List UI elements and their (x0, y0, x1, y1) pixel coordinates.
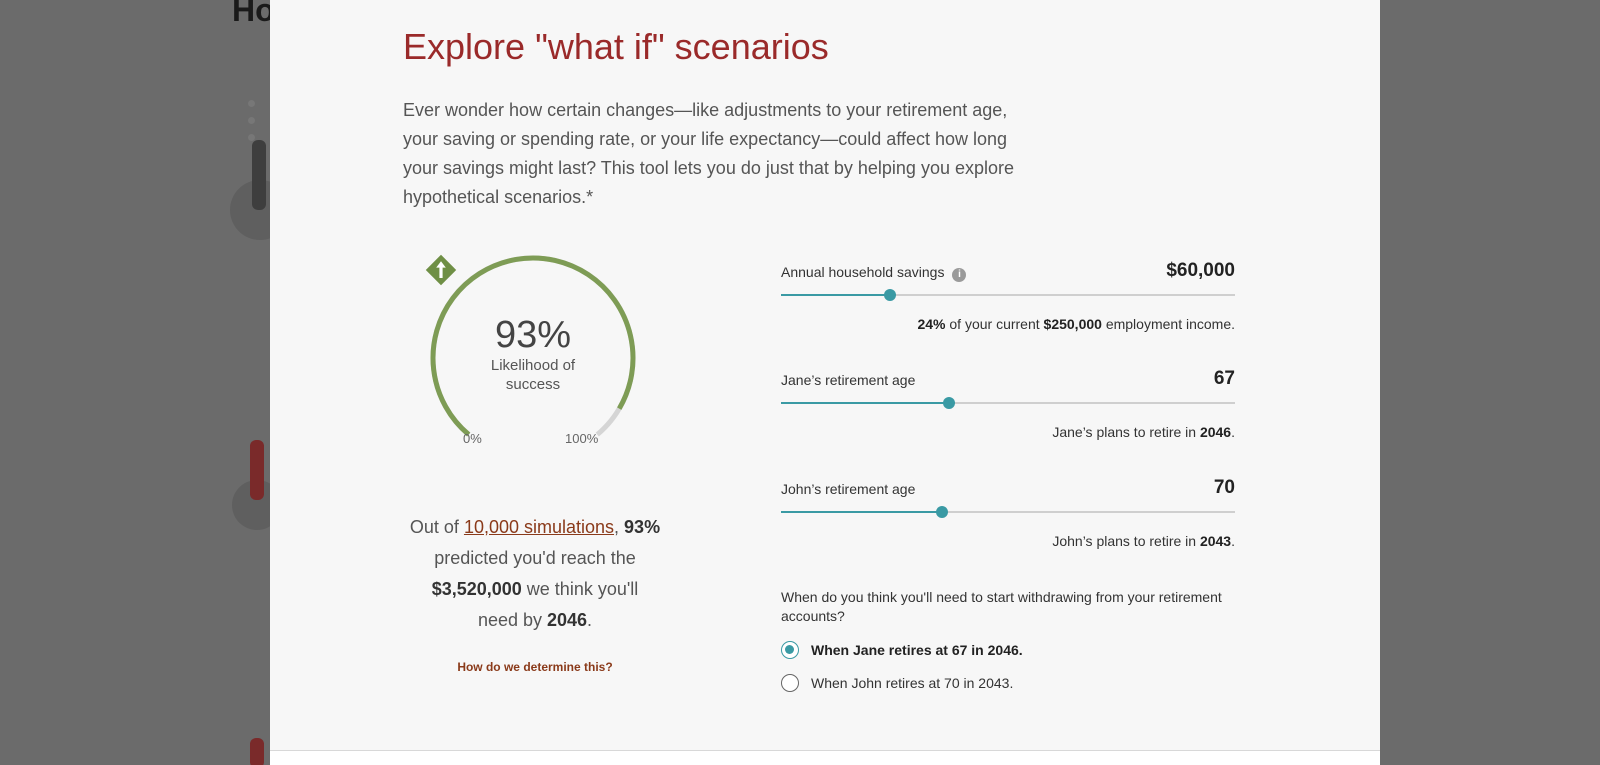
john-age-slider[interactable] (781, 506, 1235, 518)
summary-line: Out of 10,000 simulations, 93% (390, 512, 680, 543)
summary-line: predicted you'd reach the (434, 548, 636, 568)
jane-age-slider[interactable] (781, 397, 1235, 409)
note-bold: $250,000 (1043, 316, 1102, 332)
withdrawal-question: When do you think you'll need to start w… (781, 589, 1222, 624)
savings-value: $60,000 (1166, 260, 1235, 281)
savings-label: Annual household savings i (781, 264, 967, 282)
background-heading: Ho (232, 0, 275, 28)
slider-thumb[interactable] (942, 397, 955, 409)
jane-label: Jane’s retirement age (781, 372, 916, 388)
john-value: 70 (1213, 477, 1235, 498)
info-icon[interactable]: i (952, 268, 967, 282)
slider-fill (781, 511, 943, 513)
slider-fill (781, 402, 949, 404)
summary-line: need by 2046. (390, 605, 680, 636)
slider-fill (781, 294, 890, 296)
note-text: . (1231, 424, 1235, 440)
summary-text: we think you'll (521, 579, 639, 599)
summary-year: 2046 (547, 610, 588, 630)
how-determine-link[interactable]: How do we determine this? (390, 660, 680, 674)
slider-thumb[interactable] (883, 289, 896, 301)
summary-amount: $3,520,000 (431, 579, 522, 599)
savings-label-text: Annual household savings (781, 264, 945, 280)
simulation-summary: Out of 10,000 simulations, 93% predicted… (390, 512, 680, 636)
background-person-illustration (250, 440, 264, 500)
summary-text: Out of (409, 517, 464, 537)
radio-label: When Jane retires at 67 in 2046. (811, 642, 1023, 658)
gauge-max-label: 100% (565, 431, 599, 446)
gauge-label: Likelihood of success (425, 356, 641, 394)
savings-slider[interactable] (781, 289, 1235, 301)
summary-text: need by (477, 610, 547, 630)
savings-note: 24% of your current $250,000 employment … (917, 316, 1235, 332)
radio-button[interactable] (781, 641, 799, 659)
modal-intro: Ever wonder how certain changes—like adj… (403, 100, 1015, 207)
note-bold: 24% (917, 316, 946, 332)
success-gauge: 93% Likelihood of success 0% 100% (425, 254, 641, 464)
radio-label: When John retires at 70 in 2043. (811, 675, 1014, 691)
summary-percent: 93% (624, 517, 661, 537)
radio-button[interactable] (781, 674, 799, 692)
modal-footer (270, 751, 1380, 765)
note-text: employment income. (1101, 316, 1235, 332)
background-person-illustration (250, 738, 264, 765)
summary-text: . (587, 610, 593, 630)
note-text: Jane’s plans to retire in (1052, 424, 1200, 440)
gauge-label-line: Likelihood of (490, 357, 576, 374)
john-label: John’s retirement age (781, 481, 916, 497)
withdraw-option-jane[interactable]: When Jane retires at 67 in 2046. (781, 641, 1023, 659)
john-note: John’s plans to retire in 2043. (1052, 533, 1235, 549)
summary-text: , (614, 517, 625, 537)
jane-note: Jane’s plans to retire in 2046. (1052, 424, 1235, 440)
modal-title: Explore "what if" scenarios (403, 26, 829, 67)
summary-line: $3,520,000 we think you'll (390, 574, 680, 605)
simulations-link[interactable]: 10,000 simulations (464, 517, 614, 537)
jane-value: 67 (1213, 368, 1235, 389)
note-text: John’s plans to retire in (1052, 533, 1200, 549)
note-text: of your current (945, 316, 1044, 332)
note-bold: 2046 (1199, 424, 1232, 440)
arrow-up-icon (425, 254, 457, 286)
background-person-illustration (252, 140, 266, 210)
note-bold: 2043 (1199, 533, 1232, 549)
note-text: . (1231, 533, 1235, 549)
gauge-percent: 93% (494, 314, 572, 356)
gauge-min-label: 0% (463, 431, 482, 446)
gauge-label-line: success (505, 376, 561, 393)
withdraw-option-john[interactable]: When John retires at 70 in 2043. (781, 674, 1013, 692)
